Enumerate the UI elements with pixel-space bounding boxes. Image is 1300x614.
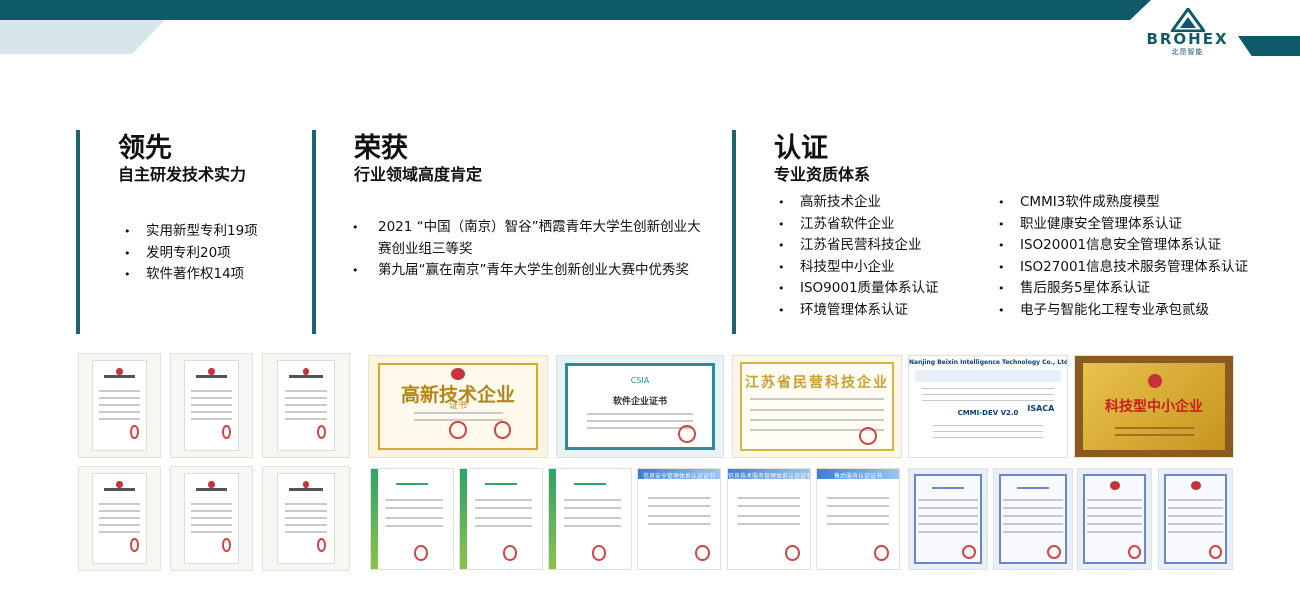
cmmi-certificate-image: Nanjing Beixin Intelligence Technology C… [908,355,1068,458]
certificate-title: 江苏省民营科技企业 [745,375,889,392]
iso-certificate-image [548,468,632,570]
list-item: 江苏省软件企业 [778,214,939,236]
list-item: 售后服务5星体系认证 [998,278,1248,300]
header-accent-light [0,20,165,54]
sme-plaque-image: 科技型中小企业 [1074,355,1234,458]
plaque-title: 科技型中小企业 [1105,399,1203,416]
list-item: 职业健康安全管理体系认证 [998,214,1248,236]
list-item: 高新技术企业 [778,192,939,214]
list-item: 发明专利20项 [124,243,258,265]
section-certification: 认证 专业资质体系 高新技术企业 江苏省软件企业 江苏省民营科技企业 科技型中小… [732,130,1292,334]
iso-certificate-image [459,468,543,570]
iso-certificate-image [370,468,454,570]
patent-certificate-image [78,353,161,458]
info-security-certificate-image: 信息安全管理体系认证证书 [637,468,721,570]
high-tech-certificate-image: 高新技术企业 证书 [368,355,548,458]
list-item: 环境管理体系认证 [778,300,939,322]
bullet-list-left: 高新技术企业 江苏省软件企业 江苏省民营科技企业 科技型中小企业 ISO9001… [778,192,939,321]
section-title: 领先 [118,133,172,164]
list-item: ISO27001信息技术服务管理体系认证 [998,257,1248,279]
bullet-list: 2021 “中国（南京）智谷”栖霞青年大学生创新创业大赛创业组三等奖 第九届“赢… [352,217,707,282]
certificate-title: 信息安全管理体系认证证书 [642,473,715,480]
qualification-certificate-image [993,468,1073,570]
isaca-logo: ISACA [1027,404,1055,414]
list-item: 实用新型专利19项 [124,221,258,243]
section-leading: 领先 自主研发技术实力 实用新型专利19项 发明专利20项 软件著作权14项 [76,130,311,334]
patent-certificate-image [170,353,253,458]
patent-certificate-image [262,353,350,458]
qualification-certificate-image [908,468,988,570]
brand-name: BROHEX [1146,30,1229,48]
engineering-qualification-certificate-image [1077,468,1152,570]
section-title: 认证 [774,133,828,164]
it-service-certificate-image: 信息技术服务管理体系认证证书 [727,468,811,570]
list-item: ISO20001信息安全管理体系认证 [998,235,1248,257]
certificate-title: 软件企业证书 [612,397,667,408]
list-item: 江苏省民营科技企业 [778,235,939,257]
list-item: 2021 “中国（南京）智谷”栖霞青年大学生创新创业大赛创业组三等奖 [352,217,707,260]
section-subtitle: 自主研发技术实力 [118,165,247,184]
list-item: ISO9001质量体系认证 [778,278,939,300]
certificate-title: 信息技术服务管理体系认证证书 [728,473,810,480]
slide: BROHEX 北昂智能 领先 自主研发技术实力 实用新型专利19项 发明专利20… [0,0,1300,614]
bullet-list-right: CMMI3软件成熟度模型 职业健康安全管理体系认证 ISO20001信息安全管理… [998,192,1248,321]
private-tech-enterprise-certificate-image: 江苏省民营科技企业 [732,355,902,458]
section-subtitle: 行业领域高度肯定 [354,165,483,184]
certificate-org: Nanjing Beixin Intelligence Technology C… [909,359,1067,367]
after-sales-certificate-image: 售后服务认证证书 [816,468,900,570]
software-enterprise-certificate-image: CSIA 软件企业证书 [556,355,724,458]
safety-production-certificate-image [1158,468,1233,570]
section-title: 荣获 [354,133,408,164]
list-item: 软件著作权14项 [124,264,258,286]
brand-subname: 北昂智能 [1171,48,1204,56]
list-item: 电子与智能化工程专业承包贰级 [998,300,1248,322]
certificate-title: 售后服务认证证书 [833,473,882,480]
header-band [0,0,1155,20]
section-awards: 荣获 行业领域高度肯定 2021 “中国（南京）智谷”栖霞青年大学生创新创业大赛… [312,130,732,334]
list-item: 科技型中小企业 [778,257,939,279]
list-item: CMMI3软件成熟度模型 [998,192,1248,214]
list-item: 第九届“赢在南京”青年大学生创新创业大赛中优秀奖 [352,260,707,282]
certificate-subtitle: 证书 [448,401,467,412]
patent-certificate-image [78,466,161,571]
section-subtitle: 专业资质体系 [774,165,871,184]
patent-certificate-image [170,466,253,571]
patent-certificate-image [262,466,350,571]
brand-logo: BROHEX 北昂智能 [1140,8,1235,58]
bullet-list: 实用新型专利19项 发明专利20项 软件著作权14项 [124,221,258,286]
logo-triangle-icon [1170,8,1205,32]
header-accent-right [1238,36,1300,56]
